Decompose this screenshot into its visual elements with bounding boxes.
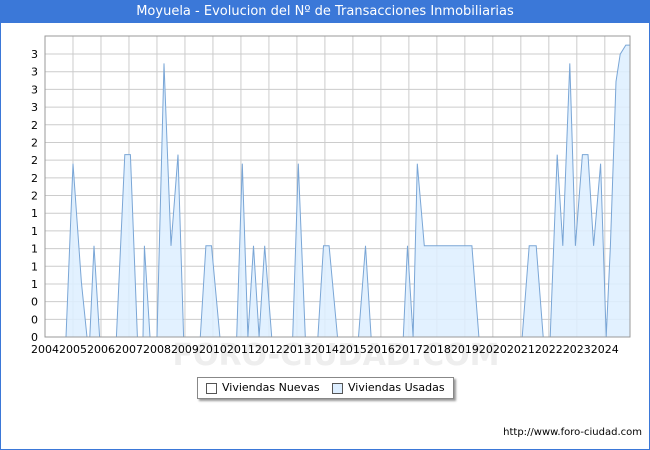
x-tick-label: 2023 bbox=[563, 343, 591, 356]
x-tick-label: 2016 bbox=[367, 343, 395, 356]
y-tick-label: 1 bbox=[31, 225, 38, 238]
y-tick-label: 1 bbox=[31, 278, 38, 291]
y-tick-label: 3 bbox=[31, 83, 38, 96]
x-tick-label: 2006 bbox=[87, 343, 115, 356]
y-tick-label: 3 bbox=[31, 48, 38, 61]
x-tick-label: 2020 bbox=[479, 343, 507, 356]
x-tick-label: 2008 bbox=[143, 343, 171, 356]
x-tick-label: 2024 bbox=[591, 343, 619, 356]
series-layer bbox=[65, 44, 631, 338]
y-tick-label: 2 bbox=[31, 136, 38, 149]
y-tick-label: 2 bbox=[31, 119, 38, 132]
y-tick-label: 1 bbox=[31, 260, 38, 273]
x-tick-label: 2017 bbox=[395, 343, 423, 356]
y-tick-label: 1 bbox=[31, 243, 38, 256]
x-tick-label: 2018 bbox=[423, 343, 451, 356]
x-tick-label: 2009 bbox=[171, 343, 199, 356]
x-tick-label: 2015 bbox=[339, 343, 367, 356]
x-axis: 2004 2005 2006 2007 2008 2009 2010 2011 2012 2013… bbox=[31, 343, 619, 356]
y-tick-label: 0 bbox=[31, 296, 38, 309]
x-tick-label: 2011 bbox=[227, 343, 255, 356]
x-tick-label: 2005 bbox=[59, 343, 87, 356]
y-tick-label: 3 bbox=[31, 101, 38, 114]
legend-swatch-usadas bbox=[332, 383, 343, 394]
y-tick-label: 0 bbox=[31, 313, 38, 326]
legend-label-usadas: Viviendas Usadas bbox=[348, 381, 445, 394]
series-area-usadas bbox=[65, 44, 631, 338]
y-tick-label: 2 bbox=[31, 190, 38, 203]
y-tick-label: 1 bbox=[31, 207, 38, 220]
y-axis: 00011111222223333 bbox=[31, 48, 38, 344]
y-tick-label: 2 bbox=[31, 172, 38, 185]
x-tick-label: 2014 bbox=[311, 343, 339, 356]
x-tick-label: 2012 bbox=[255, 343, 283, 356]
x-tick-label: 2013 bbox=[283, 343, 311, 356]
x-tick-label: 2021 bbox=[507, 343, 535, 356]
y-tick-label: 3 bbox=[31, 66, 38, 79]
x-tick-label: 2004 bbox=[31, 343, 59, 356]
footer-url: http://www.foro-ciudad.com bbox=[503, 427, 642, 438]
legend: Viviendas Nuevas Viviendas Usadas bbox=[197, 377, 454, 399]
y-tick-label: 2 bbox=[31, 154, 38, 167]
x-tick-label: 2010 bbox=[199, 343, 227, 356]
x-tick-label: 2019 bbox=[451, 343, 479, 356]
x-tick-label: 2022 bbox=[535, 343, 563, 356]
x-tick-label: 2007 bbox=[115, 343, 143, 356]
legend-label-nuevas: Viviendas Nuevas bbox=[222, 381, 320, 394]
legend-swatch-nuevas bbox=[206, 383, 217, 394]
